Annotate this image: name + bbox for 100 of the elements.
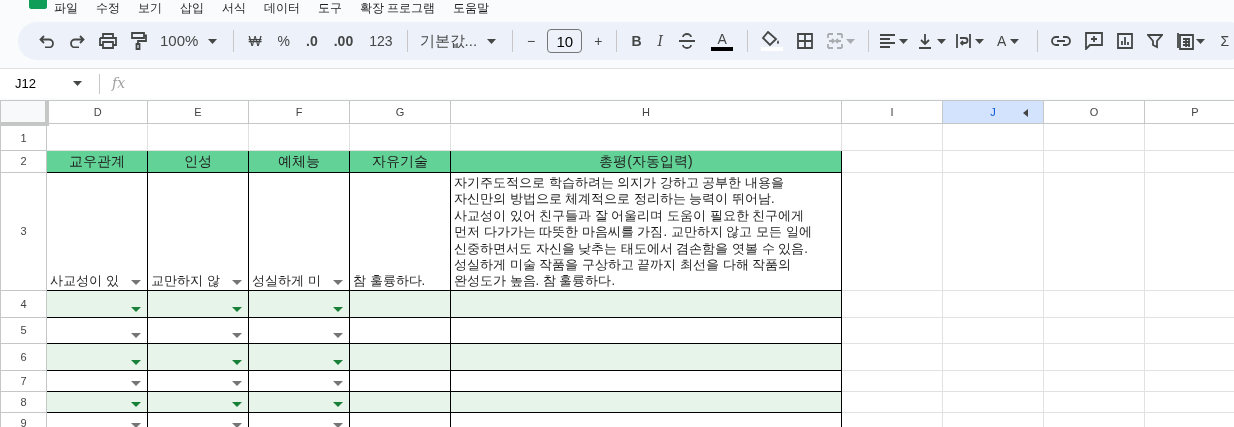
dropdown-arrow-icon[interactable] (131, 280, 141, 285)
dropdown-arrow-icon[interactable] (333, 423, 343, 427)
row-number[interactable]: 2 (0, 150, 47, 173)
formula-label: fx (112, 74, 126, 93)
menu-item[interactable]: 확장 프로그램 (360, 1, 436, 15)
dropdown-cell[interactable] (147, 343, 249, 371)
dropdown-cell[interactable] (248, 290, 350, 318)
dropdown-cell[interactable] (147, 290, 249, 318)
dropdown-arrow-icon[interactable] (333, 307, 343, 312)
column-header[interactable]: O (1043, 100, 1145, 124)
dropdown-cell[interactable] (248, 370, 350, 392)
dropdown-arrow-icon[interactable] (333, 360, 343, 365)
text-wrap-icon[interactable] (956, 33, 985, 49)
dropdown-cell[interactable]: 사교성이 있 (46, 172, 148, 291)
column-header[interactable]: P (1144, 100, 1234, 124)
menu-item[interactable]: 파일 (54, 1, 78, 15)
dropdown-cell[interactable] (147, 317, 249, 344)
menu-item[interactable]: 도움말 (453, 1, 490, 15)
hidden-columns-arrow-icon[interactable] (1023, 109, 1028, 117)
dropdown-arrow-icon[interactable] (131, 402, 141, 407)
row-number[interactable]: 7 (0, 370, 47, 392)
dropdown-arrow-icon[interactable] (131, 307, 141, 312)
row-number[interactable]: 6 (0, 343, 47, 371)
menu-item[interactable]: 데이터 (264, 1, 300, 15)
menu-item[interactable]: 서식 (222, 1, 246, 15)
row-number[interactable]: 9 (0, 412, 47, 427)
number-format-button[interactable]: 123 (369, 30, 393, 52)
dropdown-cell[interactable] (248, 343, 350, 371)
filter-icon[interactable] (1147, 33, 1164, 49)
dropdown-cell[interactable] (46, 343, 148, 371)
dropdown-arrow-icon[interactable] (232, 423, 242, 427)
decrease-font-size-button[interactable]: − (527, 30, 536, 52)
decrease-decimal-button[interactable]: .0 (306, 30, 318, 52)
column-header[interactable]: H (450, 100, 842, 124)
row-number[interactable]: 4 (0, 290, 47, 318)
dropdown-arrow-icon[interactable] (232, 360, 242, 365)
text-rotation-button[interactable]: A (997, 30, 1024, 52)
name-box[interactable]: J12 (0, 73, 100, 94)
menu-item[interactable]: 보기 (138, 1, 162, 15)
caret-icon (1010, 38, 1020, 44)
menu-item[interactable]: 수정 (96, 1, 120, 15)
row-number[interactable]: 3 (0, 172, 47, 291)
dropdown-arrow-icon[interactable] (232, 381, 242, 386)
dropdown-arrow-icon[interactable] (131, 360, 141, 365)
dropdown-cell[interactable] (46, 317, 148, 344)
row-number[interactable]: 1 (0, 123, 47, 151)
dropdown-arrow-icon[interactable] (333, 280, 343, 285)
caret-icon (487, 38, 497, 44)
menu-item[interactable]: 도구 (318, 1, 342, 15)
dropdown-arrow-icon[interactable] (232, 280, 242, 285)
column-header[interactable]: F (248, 100, 350, 124)
dropdown-arrow-icon[interactable] (232, 333, 242, 338)
chart-icon[interactable] (1117, 33, 1134, 49)
redo-icon[interactable] (69, 34, 85, 48)
percent-format-button[interactable]: % (277, 30, 291, 52)
italic-button[interactable]: I (657, 30, 664, 52)
dropdown-cell[interactable] (248, 317, 350, 344)
text-color-button[interactable]: A (711, 31, 734, 51)
add-comment-icon[interactable] (1085, 32, 1104, 50)
dropdown-cell[interactable] (46, 370, 148, 392)
increase-font-size-button[interactable]: + (594, 30, 603, 52)
bold-button[interactable]: B (631, 30, 642, 52)
app-logo-icon (29, 0, 47, 9)
calculator-icon[interactable] (1177, 32, 1206, 50)
column-header[interactable]: E (147, 100, 249, 124)
column-header[interactable]: G (349, 100, 451, 124)
undo-icon[interactable] (39, 34, 55, 48)
row-number[interactable]: 8 (0, 391, 47, 413)
table-cell: 참 훌륭하다. (349, 172, 451, 291)
column-header[interactable]: J (942, 100, 1044, 124)
vertical-align-icon[interactable] (918, 33, 947, 49)
strikethrough-icon[interactable] (678, 33, 697, 49)
row-number[interactable]: 5 (0, 317, 47, 344)
dropdown-cell[interactable]: 성실하게 미 (248, 172, 350, 291)
dropdown-arrow-icon[interactable] (232, 402, 242, 407)
dropdown-cell[interactable] (46, 290, 148, 318)
dropdown-arrow-icon[interactable] (333, 333, 343, 338)
dropdown-arrow-icon[interactable] (232, 307, 242, 312)
dropdown-arrow-icon[interactable] (131, 423, 141, 427)
dropdown-arrow-icon[interactable] (131, 333, 141, 338)
print-icon[interactable] (99, 33, 117, 49)
column-header[interactable]: D (46, 100, 148, 124)
dropdown-cell[interactable]: 교만하지 않 (147, 172, 249, 291)
borders-icon[interactable] (797, 33, 814, 49)
zoom-select[interactable]: 100% (160, 29, 222, 53)
menu-item[interactable]: 삽입 (180, 1, 204, 15)
link-icon[interactable] (1051, 35, 1072, 47)
fill-color-icon[interactable] (761, 31, 784, 51)
dropdown-arrow-icon[interactable] (333, 381, 343, 386)
sum-button[interactable]: Σ (1220, 30, 1230, 52)
column-header[interactable]: I (841, 100, 943, 124)
dropdown-arrow-icon[interactable] (131, 381, 141, 386)
paint-roller-icon[interactable] (131, 32, 147, 50)
font-select[interactable]: 기본값... (419, 29, 501, 53)
increase-decimal-button[interactable]: .00 (333, 30, 354, 52)
dropdown-cell[interactable] (147, 370, 249, 392)
font-size-field[interactable]: 10 (547, 29, 583, 53)
dropdown-arrow-icon[interactable] (333, 402, 343, 407)
currency-format-button[interactable]: ₩ (248, 30, 262, 52)
align-left-icon[interactable] (880, 33, 909, 49)
